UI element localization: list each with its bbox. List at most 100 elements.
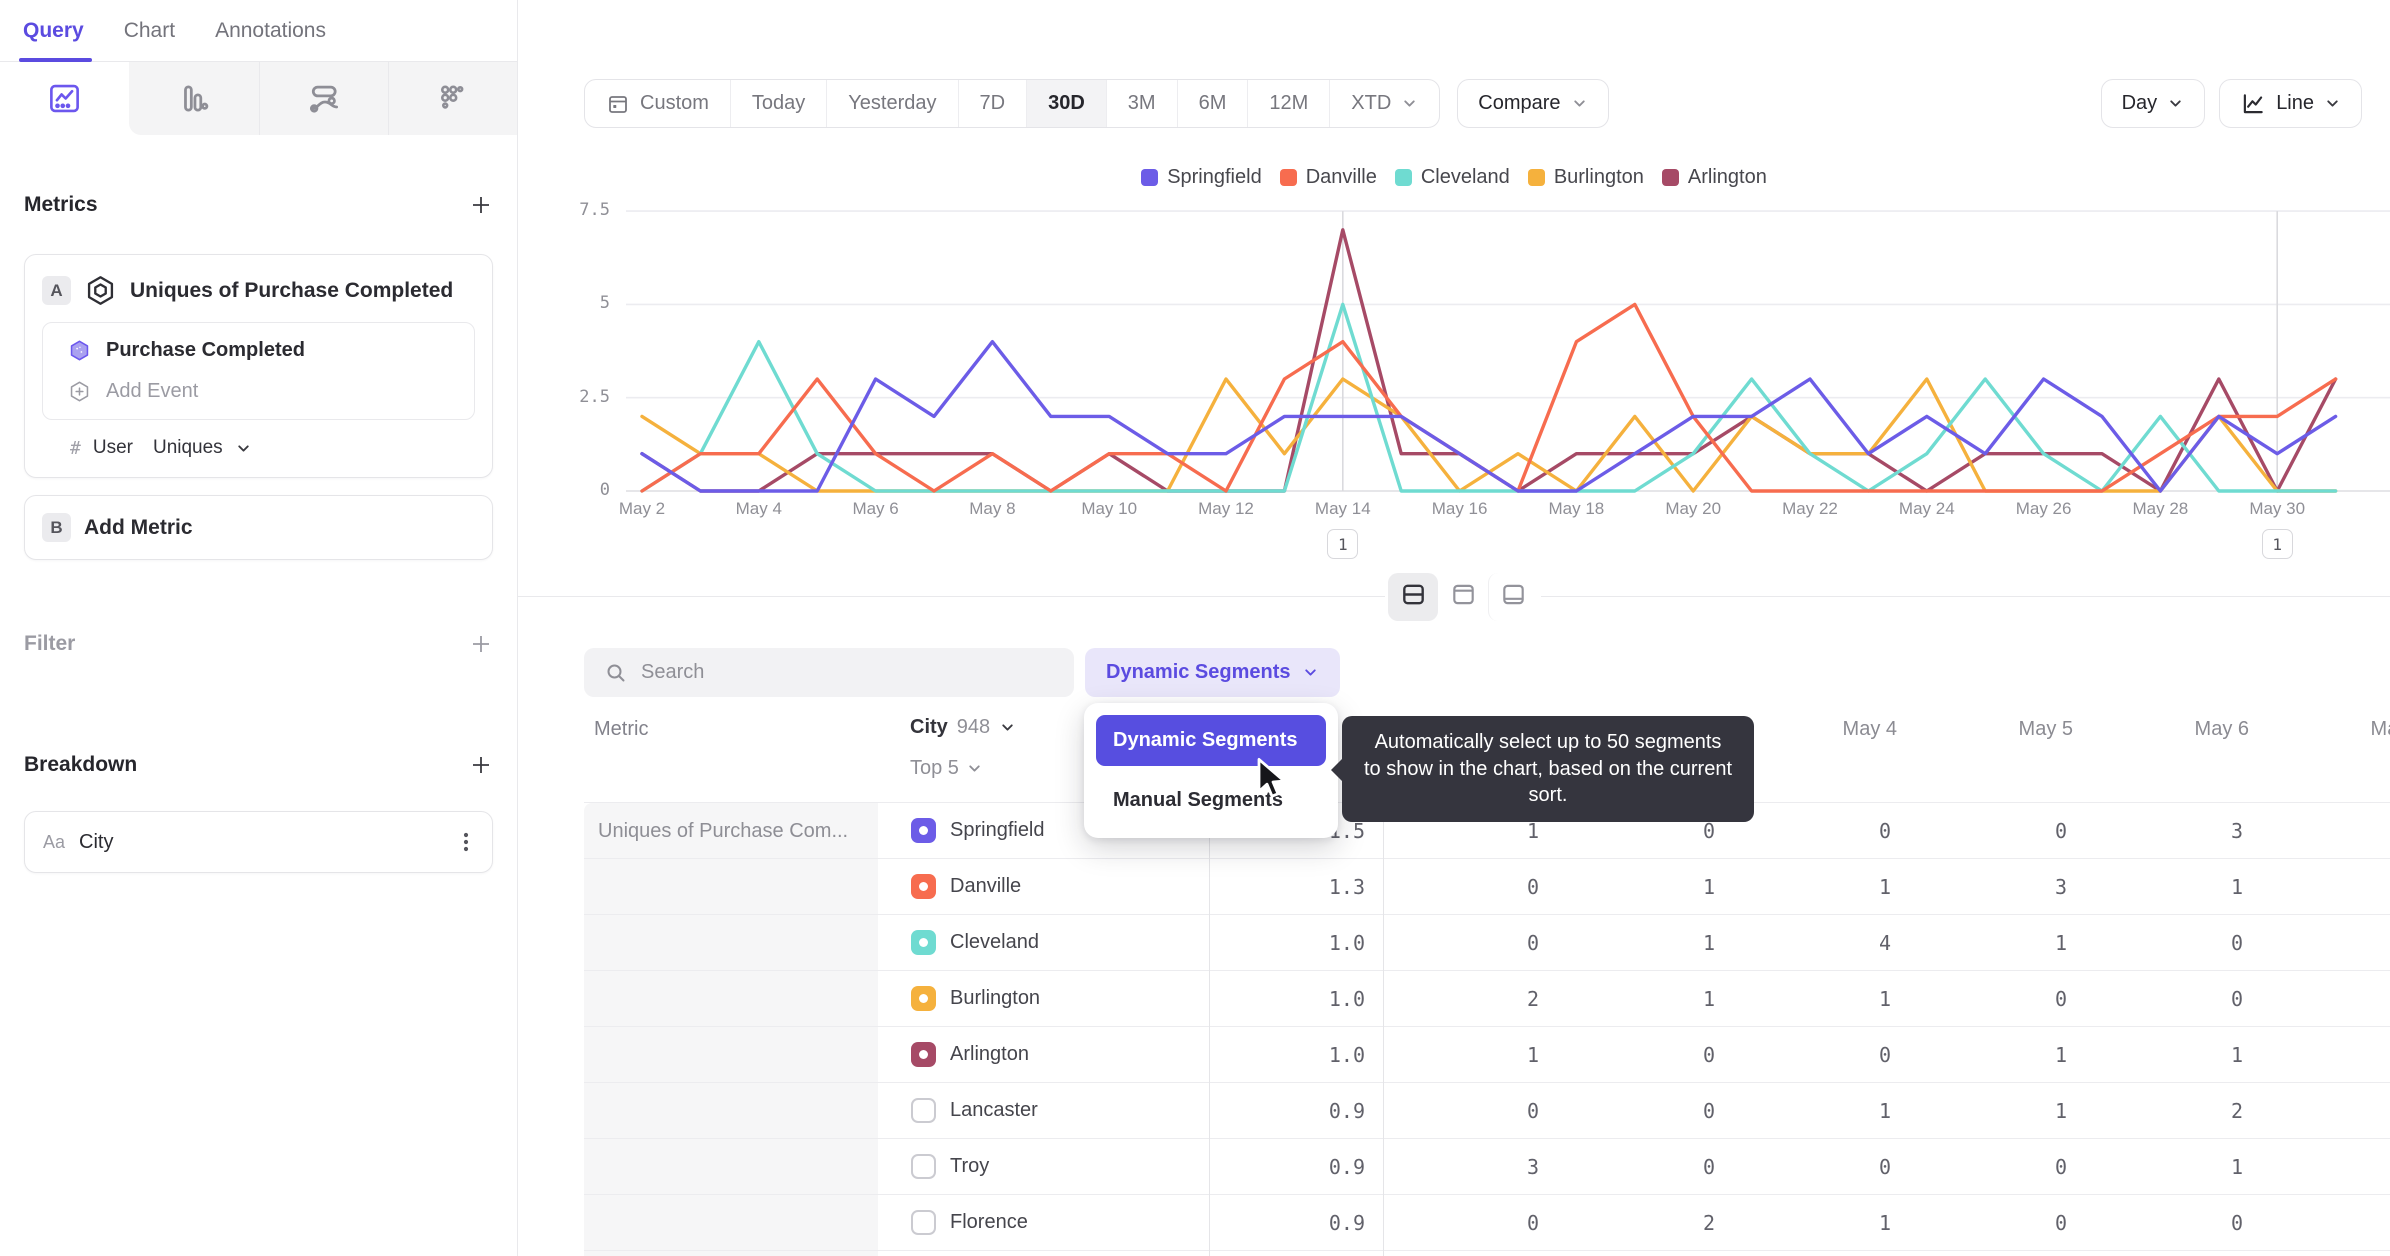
segment-name: Burlington [950, 987, 1041, 1009]
segment-table: Springfield 1.5 1 0 0 0 3 Danville 1.3 0 1 1 3 1 C… [584, 802, 2390, 1251]
search-input[interactable] [641, 661, 1021, 684]
segment-name: Florence [950, 1211, 1028, 1233]
day-value-cell: 0 [2054, 986, 2067, 1011]
kebab-menu-icon[interactable] [456, 831, 476, 853]
tab-query[interactable]: Query [19, 0, 92, 62]
table-row[interactable]: Florence 0.9 0 2 1 0 0 [584, 1195, 2390, 1251]
chart-type-tab-river-flow-icon[interactable] [258, 62, 388, 135]
chart-type-tab-line-chart-icon[interactable] [0, 62, 130, 135]
chevron-down-icon [237, 444, 249, 452]
day-value-cell: 3 [2230, 818, 2243, 843]
breakdown-heading: Breakdown [24, 753, 138, 776]
split-rows-icon [1400, 581, 1427, 613]
segment-checkbox[interactable] [911, 1042, 936, 1067]
search-icon [607, 664, 625, 681]
segment-checkbox[interactable] [911, 874, 936, 899]
table-header-top[interactable]: Top 5 [910, 757, 983, 780]
day-value-cell: 1 [1878, 874, 1891, 899]
x-axis-tick: May 10 [1081, 499, 1138, 518]
property-type-badge: Aa [43, 831, 66, 852]
day-value-cell: 0 [1526, 1210, 1539, 1235]
day-value-cell: 0 [1878, 1154, 1891, 1179]
add-metric-plus-icon[interactable] [469, 193, 493, 217]
add-event-row[interactable]: Add Event [68, 380, 458, 403]
add-metric-label: Add Metric [84, 515, 193, 539]
chart-type-tab-dot-grid-icon[interactable] [387, 62, 517, 135]
table-row[interactable]: Danville 1.3 0 1 1 3 1 [584, 859, 2390, 915]
add-filter-plus-icon[interactable] [469, 632, 493, 656]
add-metric-card[interactable]: B Add Metric [24, 495, 493, 560]
segment-name: Lancaster [950, 1099, 1038, 1121]
average-cell: 1.3 [1328, 874, 1365, 899]
y-axis-tick: 2.5 [579, 386, 610, 407]
table-row[interactable]: Lancaster 0.9 0 0 1 1 2 [584, 1083, 2390, 1139]
breakdown-property-label: City [79, 830, 114, 853]
event-block: Purchase Completed Add Event [42, 322, 475, 420]
x-axis-tick: May 12 [1198, 499, 1254, 518]
layout-toggle-top-panel-icon[interactable] [1438, 573, 1488, 621]
day-value-cell: 1 [2054, 1098, 2067, 1123]
segment-search[interactable] [584, 648, 1074, 697]
add-breakdown-plus-icon[interactable] [469, 753, 493, 777]
day-value-cell: 0 [2054, 1210, 2067, 1235]
metrics-heading: Metrics [24, 193, 98, 216]
day-value-cell: 1 [2054, 930, 2067, 955]
segment-checkbox[interactable] [911, 1210, 936, 1235]
segment-checkbox[interactable] [911, 1154, 936, 1179]
add-event-hexagon-icon [70, 381, 89, 402]
day-value-cell: 0 [1526, 930, 1539, 955]
day-value-cell: 0 [1702, 1154, 1715, 1179]
chart-panel: Custom Today Yesterday 7D 30D 3M 6M 12M XTD Comp… [518, 0, 2390, 1256]
segment-cell: Danville [878, 874, 1209, 899]
day-value-cell: 0 [1526, 1098, 1539, 1123]
table-row[interactable]: Arlington 1.0 1 0 0 1 1 [584, 1027, 2390, 1083]
segment-checkbox[interactable] [911, 986, 936, 1011]
column-divider [1209, 803, 1210, 1256]
top-panel-icon [1450, 581, 1477, 613]
table-row[interactable]: Cleveland 1.0 0 1 4 1 0 [584, 915, 2390, 971]
day-value-cell: 0 [1526, 874, 1539, 899]
dot-grid-icon [435, 81, 470, 116]
day-column-header[interactable]: May 4 [1735, 718, 1911, 741]
day-value-cell: 1 [1702, 874, 1715, 899]
segment-checkbox[interactable] [911, 930, 936, 955]
measure-selector[interactable]: # User Uniques [42, 437, 475, 459]
mouse-cursor [1257, 758, 1286, 798]
y-axis-tick: 5 [599, 293, 610, 314]
x-axis-tick: May 16 [1431, 499, 1488, 518]
day-value-cell: 0 [2054, 1154, 2067, 1179]
segment-name: Springfield [950, 819, 1045, 841]
average-cell: 1.0 [1328, 1042, 1365, 1067]
tab-chart[interactable]: Chart [124, 0, 175, 61]
metric-card-a[interactable]: A Uniques of Purchase Completed Purchase… [24, 254, 493, 478]
event-row[interactable]: Purchase Completed [68, 339, 458, 362]
chart-type-tab-bar-chart-icon[interactable] [129, 62, 259, 135]
day-value-cell: 1 [1878, 1210, 1891, 1235]
query-sidebar: Query Chart Annotations Metrics A Uniques … [0, 0, 518, 1256]
day-value-cell: 2 [1702, 1210, 1715, 1235]
segment-checkbox[interactable] [911, 818, 936, 843]
day-column-header[interactable]: May 6 [2087, 718, 2263, 741]
metric-a-badge: A [42, 276, 71, 305]
layout-toggle-bottom-panel-icon[interactable] [1488, 573, 1538, 621]
x-axis-tick: May 18 [1548, 499, 1605, 518]
segment-cell: Lancaster [878, 1098, 1209, 1123]
day-value-cell: 2 [1526, 986, 1539, 1011]
segment-mode-button[interactable]: Dynamic Segments [1085, 648, 1340, 697]
tab-annotations[interactable]: Annotations [215, 0, 326, 61]
layout-toggle-split-rows-icon[interactable] [1388, 573, 1438, 621]
day-value-cell: 0 [1702, 1098, 1715, 1123]
table-header-group[interactable]: City 948 [910, 716, 1016, 739]
table-row[interactable]: Troy 0.9 3 0 0 0 1 [584, 1139, 2390, 1195]
average-cell: 0.9 [1328, 1210, 1365, 1235]
annotation-badge[interactable]: 1 [1327, 529, 1359, 559]
table-row[interactable]: Burlington 1.0 2 1 1 0 0 [584, 971, 2390, 1027]
day-column-header[interactable]: May 5 [1911, 718, 2087, 741]
day-column-header[interactable]: May 7 [2263, 718, 2390, 741]
segment-cell: Florence [878, 1210, 1209, 1235]
segment-checkbox[interactable] [911, 1098, 936, 1123]
measure-aggregation: Uniques [152, 437, 223, 458]
annotation-badge[interactable]: 1 [2261, 529, 2293, 559]
x-axis-tick: May 8 [969, 499, 1016, 518]
breakdown-city-card[interactable]: Aa City [24, 811, 493, 873]
